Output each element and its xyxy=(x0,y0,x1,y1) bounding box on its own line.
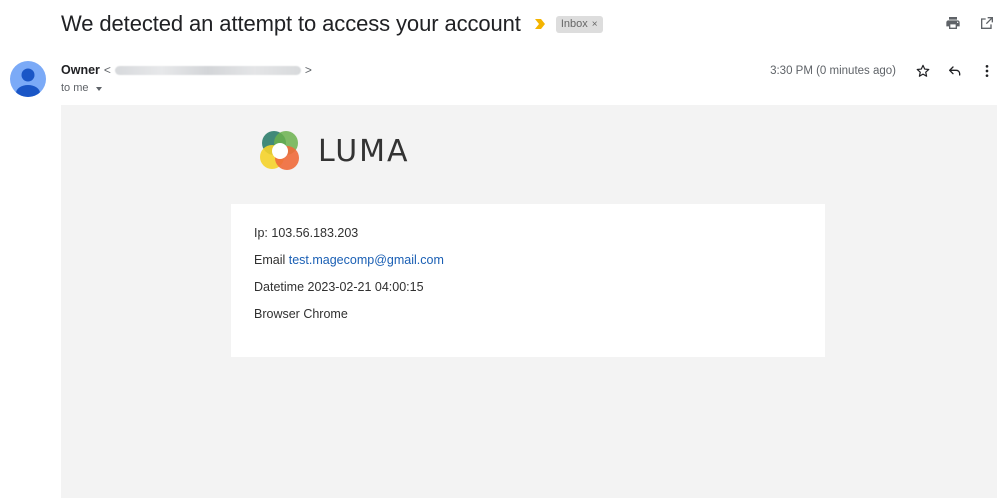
email-line: Email test.magecomp@gmail.com xyxy=(254,253,444,280)
importance-marker-icon[interactable] xyxy=(533,18,546,30)
recipient-label: to me xyxy=(61,82,89,94)
reply-icon[interactable] xyxy=(944,60,966,82)
chevron-down-icon[interactable] xyxy=(95,87,102,91)
luma-logo-text: LUMA xyxy=(318,133,410,169)
message-timestamp: 3:30 PM (0 minutes ago) xyxy=(770,65,896,77)
browser-line: Browser Chrome xyxy=(254,307,348,321)
email-subject-row: We detected an attempt to access your ac… xyxy=(61,9,603,39)
email-link[interactable]: test.magecomp@gmail.com xyxy=(289,253,444,267)
inbox-label: Inbox xyxy=(560,18,588,30)
email-label: Email xyxy=(254,253,286,267)
open-in-new-window-icon[interactable] xyxy=(976,12,998,34)
remove-label-icon[interactable]: × xyxy=(592,19,598,30)
email-body: LUMA Ip: 103.56.183.203 Email test.magec… xyxy=(61,105,997,498)
email-subject: We detected an attempt to access your ac… xyxy=(61,11,521,36)
inbox-label-chip[interactable]: Inbox × xyxy=(555,15,603,33)
sender-email-close-bracket: > xyxy=(304,63,312,77)
thread-actions xyxy=(942,12,998,34)
sender-name[interactable]: Owner xyxy=(61,63,100,77)
sender-block: Owner < > to me xyxy=(61,63,312,94)
luma-logo: LUMA xyxy=(256,127,410,175)
star-icon[interactable] xyxy=(912,60,934,82)
more-vert-icon[interactable] xyxy=(976,60,998,82)
avatar[interactable] xyxy=(10,61,46,97)
login-details-card: Ip: 103.56.183.203 Email test.magecomp@g… xyxy=(231,204,825,357)
luma-logo-mark xyxy=(260,131,299,170)
datetime-line: Datetime 2023-02-21 04:00:15 xyxy=(254,280,424,294)
sender-email-redacted xyxy=(114,65,301,75)
ip-line: Ip: 103.56.183.203 xyxy=(254,226,359,240)
message-meta: 3:30 PM (0 minutes ago) xyxy=(770,60,998,82)
print-icon[interactable] xyxy=(942,12,964,34)
sender-email-open-bracket: < xyxy=(103,63,111,77)
